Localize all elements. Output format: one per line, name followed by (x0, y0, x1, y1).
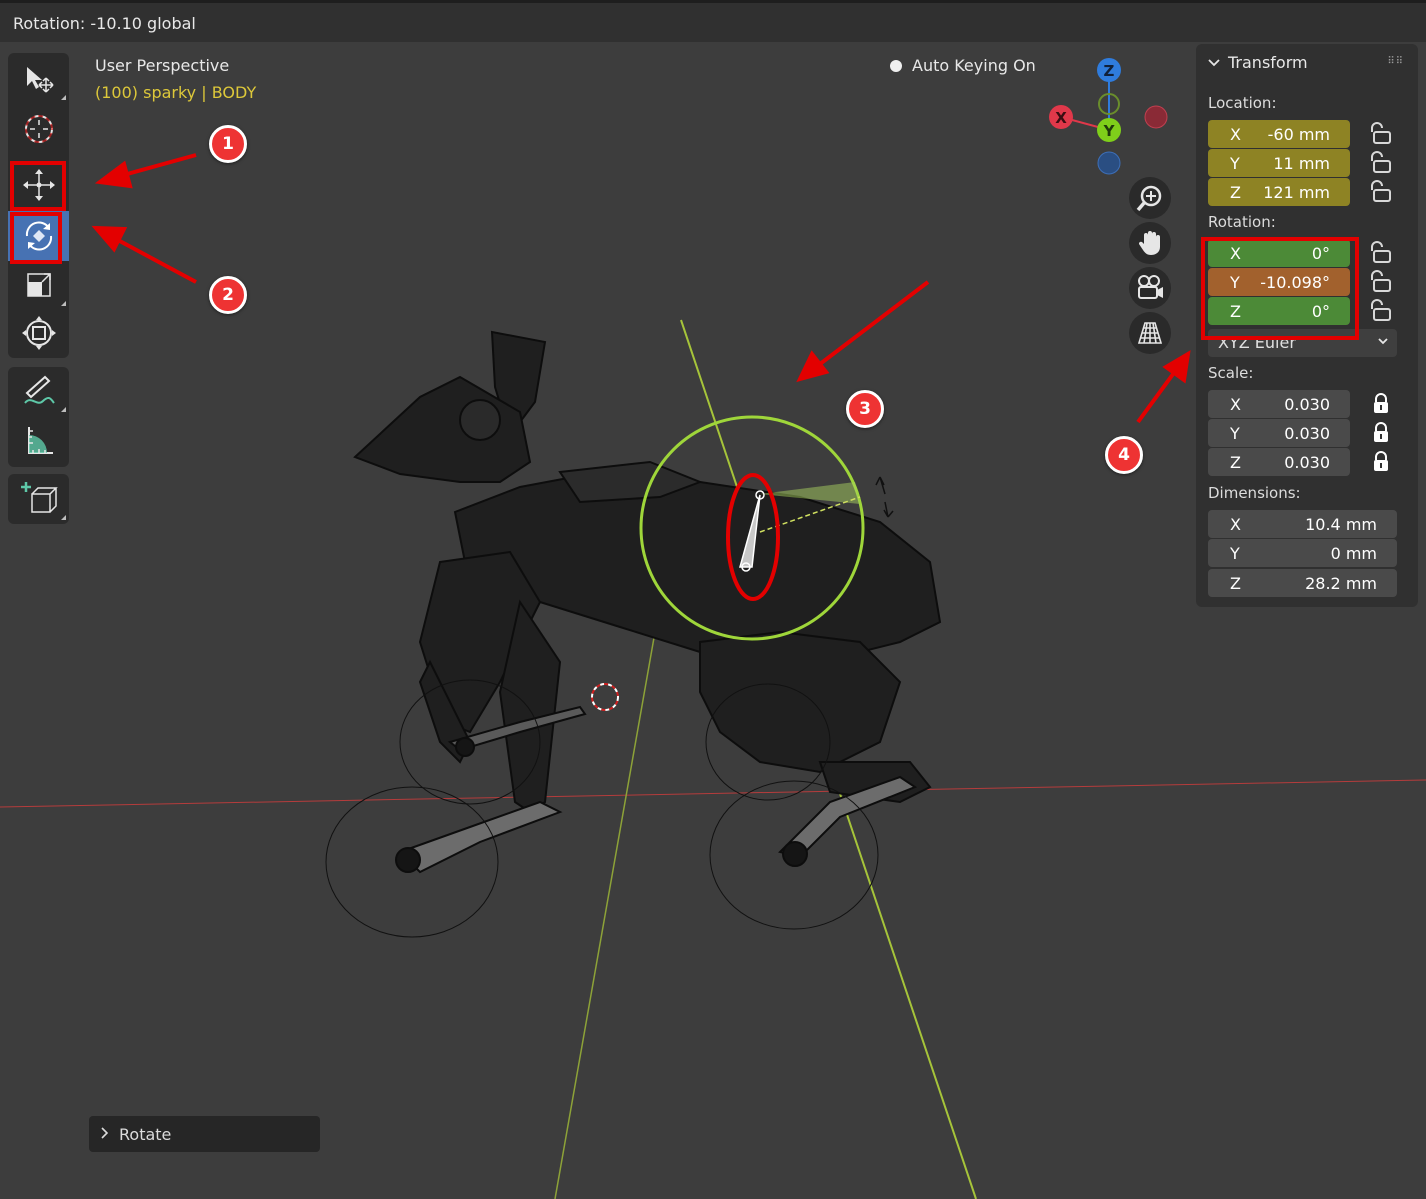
camera-view-button[interactable] (1129, 267, 1171, 309)
svg-text:Y: Y (1103, 122, 1116, 140)
viewport-object-info: (100) sparky | BODY (95, 83, 257, 102)
field-value: 11 mm (1273, 154, 1330, 173)
field-value: -60 mm (1267, 125, 1330, 144)
axis-label: Y (1230, 424, 1240, 443)
unlock-icon[interactable] (1368, 151, 1394, 175)
svg-text:Z: Z (1104, 62, 1115, 80)
zoom-icon (1136, 185, 1162, 212)
annotation-badge-4: 4 (1105, 436, 1143, 474)
unlock-icon[interactable] (1368, 299, 1394, 323)
location-label: Location: (1208, 94, 1277, 112)
field-value: 0.030 (1284, 395, 1330, 414)
auto-keying-label: Auto Keying On (912, 56, 1036, 75)
last-operation-label: Rotate (119, 1125, 172, 1144)
lock-icon[interactable] (1368, 392, 1394, 416)
panel-title: Transform (1228, 53, 1308, 72)
grid-perspective-icon (1137, 322, 1163, 344)
chevron-right-icon (101, 1127, 109, 1139)
3d-cursor (591, 683, 619, 711)
annotate-tool[interactable] (8, 367, 69, 415)
perspective-toggle-button[interactable] (1129, 312, 1171, 354)
axis-label: Y (1230, 154, 1240, 173)
highlight-rotate-tool (10, 212, 62, 264)
scale-x-field[interactable]: X 0.030 (1208, 390, 1350, 418)
chevron-down-icon (1378, 338, 1388, 345)
status-text: Rotation: -10.10 global (13, 14, 196, 33)
axis-label: Y (1230, 544, 1240, 563)
highlight-move-tool (10, 161, 66, 211)
toolbar-group-annotate (8, 367, 69, 467)
pan-button[interactable] (1129, 222, 1171, 264)
unlock-icon[interactable] (1368, 241, 1394, 265)
auto-keying-indicator: Auto Keying On (890, 56, 1036, 75)
highlight-rotation-fields (1201, 237, 1359, 340)
annotation-badge-1: 1 (209, 125, 247, 163)
pencil-icon (23, 375, 55, 404)
field-value: 121 mm (1263, 183, 1330, 202)
lock-icon[interactable] (1368, 421, 1394, 445)
add-cube-icon (20, 482, 58, 513)
transform-panel-header[interactable]: Transform (1208, 53, 1308, 72)
transform-tool[interactable] (8, 309, 69, 357)
annotation-badge-2: 2 (209, 276, 247, 314)
cursor-tool[interactable] (8, 105, 69, 153)
scale-tool[interactable] (8, 261, 69, 309)
location-x-field[interactable]: X -60 mm (1208, 120, 1350, 148)
transform-icon (21, 316, 56, 350)
last-operation-panel[interactable]: Rotate (89, 1116, 320, 1152)
3d-viewport[interactable]: User Perspective (100) sparky | BODY Aut… (0, 42, 1426, 1199)
record-dot-icon (890, 59, 902, 72)
drag-grip-icon[interactable]: ⠿⠿ (1387, 56, 1404, 67)
zoom-button[interactable] (1129, 177, 1171, 219)
scale-z-field[interactable]: Z 0.030 (1208, 448, 1350, 476)
axis-label: X (1230, 515, 1241, 534)
toolbar-group-add (8, 474, 69, 524)
dimensions-x-field[interactable]: X 10.4 mm (1208, 510, 1397, 538)
scale-label: Scale: (1208, 364, 1254, 382)
axis-label: Z (1230, 574, 1241, 593)
unlock-icon[interactable] (1368, 122, 1394, 146)
field-value: 10.4 mm (1305, 515, 1377, 534)
axis-label: Z (1230, 183, 1241, 202)
x-axis-line (0, 779, 1426, 808)
camera-icon (1138, 275, 1163, 299)
select-arrow-icon (26, 67, 54, 93)
field-value: 0 mm (1330, 544, 1377, 563)
viewport-title: User Perspective (95, 56, 230, 75)
location-z-field[interactable]: Z 121 mm (1208, 178, 1350, 206)
location-y-field[interactable]: Y 11 mm (1208, 149, 1350, 177)
header-bar: Rotation: -10.10 global (0, 0, 1426, 42)
navigation-gizmo[interactable]: Z X Y (1040, 52, 1180, 182)
rotation-label: Rotation: (1208, 213, 1276, 231)
axis-label: X (1230, 395, 1241, 414)
add-cube-tool[interactable] (8, 475, 69, 523)
svg-text:X: X (1055, 109, 1067, 127)
unlock-icon[interactable] (1368, 180, 1394, 204)
field-value: 0.030 (1284, 424, 1330, 443)
annotation-arrows (91, 153, 1191, 424)
dimensions-z-field[interactable]: Z 28.2 mm (1208, 569, 1397, 597)
axis-label: Z (1230, 453, 1241, 472)
select-box-tool[interactable] (8, 55, 69, 103)
unlock-icon[interactable] (1368, 270, 1394, 294)
annotation-badge-3: 3 (846, 390, 884, 428)
dimensions-label: Dimensions: (1208, 484, 1301, 502)
measure-tool[interactable] (8, 417, 69, 465)
cursor-icon (24, 115, 53, 143)
scale-y-field[interactable]: Y 0.030 (1208, 419, 1350, 447)
axis-label: X (1230, 125, 1241, 144)
scale-icon (26, 273, 51, 297)
field-value: 28.2 mm (1305, 574, 1377, 593)
hand-icon (1138, 231, 1160, 255)
lock-icon[interactable] (1368, 450, 1394, 474)
chevron-down-icon (1208, 58, 1220, 66)
field-value: 0.030 (1284, 453, 1330, 472)
dimensions-y-field[interactable]: Y 0 mm (1208, 539, 1397, 567)
measure-icon (27, 427, 53, 454)
